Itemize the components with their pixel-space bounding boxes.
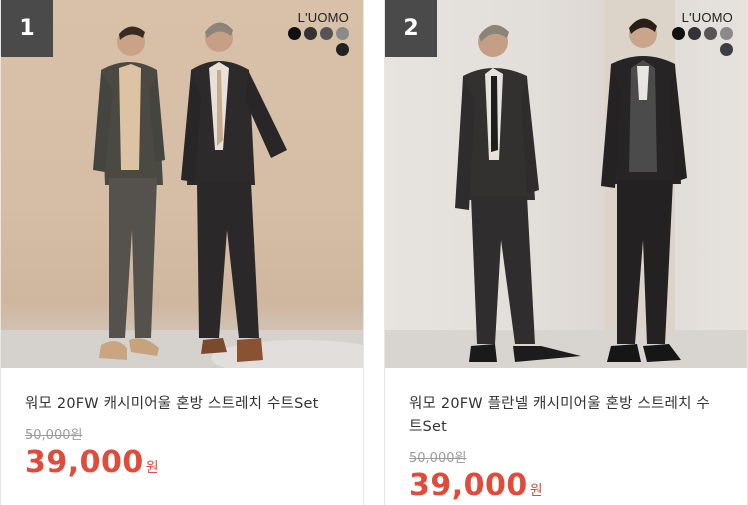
color-swatches xyxy=(277,27,349,56)
sale-price: 39,000 xyxy=(25,445,144,480)
brand-logo: L'UOMO xyxy=(681,10,733,25)
color-swatch[interactable] xyxy=(720,43,733,56)
product-title[interactable]: 워모 20FW 플란넬 캐시미어울 혼방 스트레치 수트Set xyxy=(409,393,717,439)
product-card[interactable]: 1 L'UOMO 워모 20FW 캐시미어울 혼방 스트레치 수트Set 50,… xyxy=(0,0,364,505)
product-image[interactable]: 2 L'UOMO xyxy=(385,0,747,368)
color-swatch[interactable] xyxy=(320,27,333,40)
color-swatch[interactable] xyxy=(336,43,349,56)
color-swatch[interactable] xyxy=(704,27,717,40)
original-price: 50,000원 xyxy=(409,451,467,466)
sale-price-line: 39,000 원 xyxy=(409,468,717,503)
rank-badge: 2 xyxy=(385,0,437,57)
product-grid: 1 L'UOMO 워모 20FW 캐시미어울 혼방 스트레치 수트Set 50,… xyxy=(0,0,748,505)
sale-price: 39,000 xyxy=(409,468,528,503)
product-image[interactable]: 1 L'UOMO xyxy=(1,0,363,368)
color-swatch[interactable] xyxy=(688,27,701,40)
color-swatch[interactable] xyxy=(304,27,317,40)
color-swatch[interactable] xyxy=(672,27,685,40)
brand-logo: L'UOMO xyxy=(297,10,349,25)
currency-label: 원 xyxy=(145,460,159,476)
product-info: 워모 20FW 캐시미어울 혼방 스트레치 수트Set 50,000원 39,0… xyxy=(25,393,333,480)
color-swatch[interactable] xyxy=(288,27,301,40)
original-price: 50,000원 xyxy=(25,428,83,443)
color-swatch[interactable] xyxy=(336,27,349,40)
currency-label: 원 xyxy=(529,483,543,499)
color-swatch[interactable] xyxy=(720,27,733,40)
color-swatches xyxy=(661,27,733,56)
sale-price-line: 39,000 원 xyxy=(25,445,333,480)
product-title[interactable]: 워모 20FW 캐시미어울 혼방 스트레치 수트Set xyxy=(25,393,333,416)
product-info: 워모 20FW 플란넬 캐시미어울 혼방 스트레치 수트Set 50,000원 … xyxy=(409,393,717,503)
rank-badge: 1 xyxy=(1,0,53,57)
product-card[interactable]: 2 L'UOMO 워모 20FW 플란넬 캐시미어울 혼방 스트레치 수트Set… xyxy=(384,0,748,505)
